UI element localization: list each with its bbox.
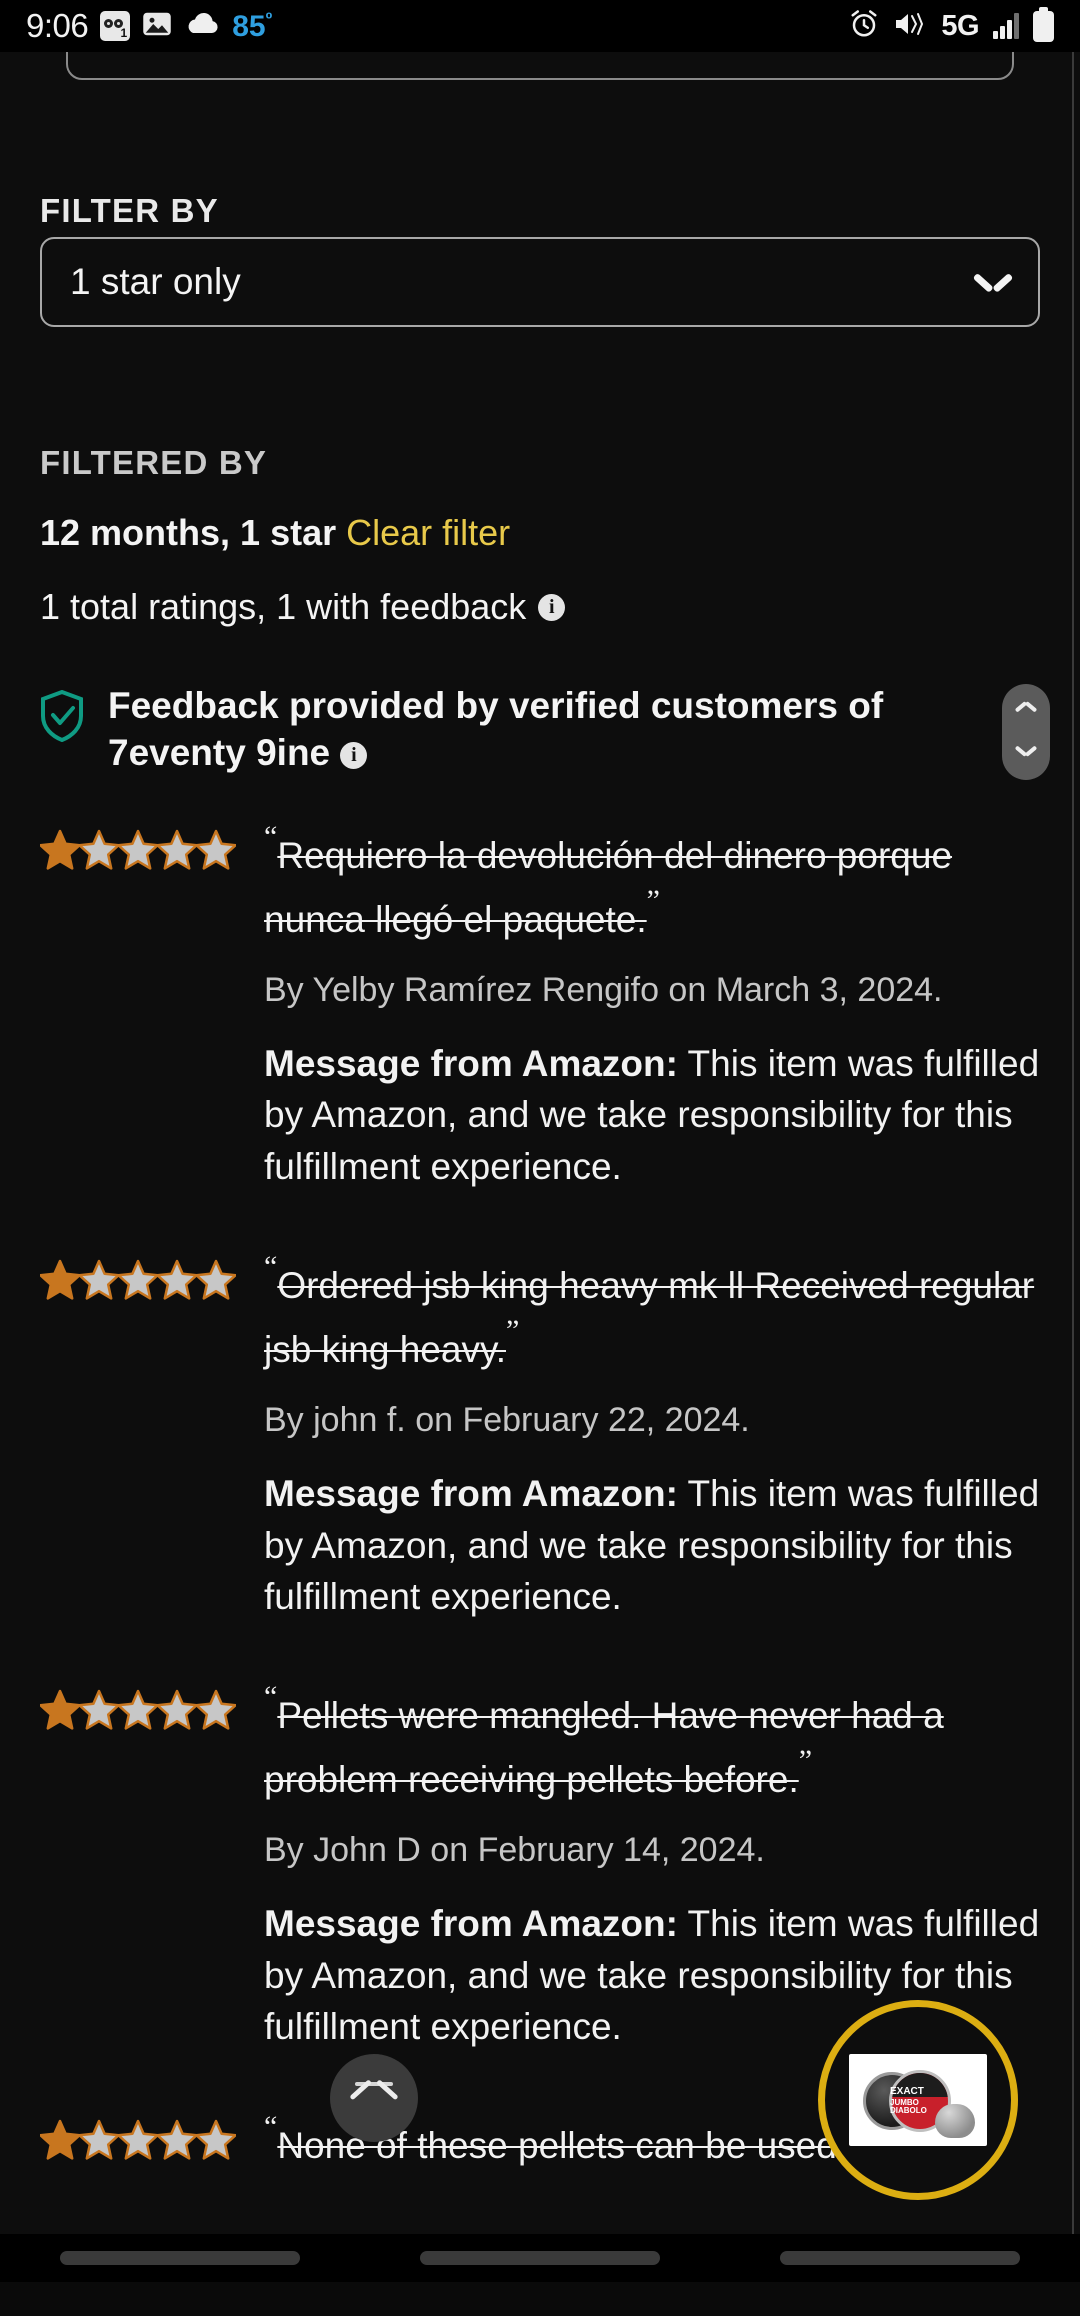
network-type: 5G <box>941 9 979 42</box>
reviews-page: FILTER BY 1 star only FILTERED BY 12 mon… <box>0 52 1080 2282</box>
system-navigation-bar <box>0 2234 1080 2282</box>
filter-by-heading: FILTER BY <box>40 192 219 229</box>
signal-icon <box>993 13 1019 39</box>
review-item: “Ordered jsb king heavy mk ll Received r… <box>0 1247 1080 1623</box>
star-filter-value: 1 star only <box>70 261 241 302</box>
verified-feedback-banner: Feedback provided by verified customers … <box>40 682 920 777</box>
open-quote-icon: “ <box>264 1680 278 1714</box>
status-time: 9:06 <box>26 7 89 44</box>
verified-info-icon[interactable]: i <box>340 742 368 770</box>
amazon-message-label: Message from Amazon: <box>264 1042 678 1084</box>
review-rating[interactable] <box>40 817 250 1193</box>
top-cutoff-control[interactable] <box>66 52 1014 80</box>
review-content: “Requiero la devolución del dinero porqu… <box>250 817 1040 1193</box>
ratings-count-line: 1 total ratings, 1 with feedback i <box>40 586 566 628</box>
review-item: “Pellets were mangled. Have never had a … <box>0 1677 1080 2053</box>
clear-filter-link[interactable]: Clear filter <box>346 512 510 553</box>
message-badge-count: 1 <box>118 26 130 40</box>
nav-home-pill[interactable] <box>420 2251 660 2265</box>
review-quote: “Pellets were mangled. Have never had a … <box>264 1677 1040 1805</box>
close-quote-icon: ” <box>506 1313 520 1347</box>
filtered-by-heading: FILTERED BY <box>40 444 268 481</box>
amazon-message: Message from Amazon: This item was fulfi… <box>264 1038 1040 1193</box>
pellet-shape <box>935 2104 975 2138</box>
rating-stars <box>40 1689 236 1730</box>
review-content: “Pellets were mangled. Have never had a … <box>250 1677 1040 2053</box>
ratings-count-text: 1 total ratings, 1 with feedback <box>40 586 527 627</box>
nav-recents-pill[interactable] <box>780 2251 1020 2265</box>
chevron-up-bar-icon <box>349 2079 399 2114</box>
info-icon[interactable]: i <box>538 593 566 621</box>
amazon-message: Message from Amazon: This item was fulfi… <box>264 1468 1040 1623</box>
status-bar-right: 5G <box>849 6 1054 44</box>
chevron-down-icon <box>976 272 1010 292</box>
review-content: “Ordered jsb king heavy mk ll Received r… <box>250 1247 1040 1623</box>
alarm-icon <box>849 9 879 44</box>
status-temperature: 85º <box>232 8 273 43</box>
active-filter-summary: 12 months, 1 star Clear filter <box>40 512 510 554</box>
star-filter-dropdown[interactable]: 1 star only <box>40 237 1040 327</box>
open-quote-icon: “ <box>264 820 278 853</box>
status-bar-left: 9:06 1 85º <box>26 7 272 45</box>
chevron-down-icon[interactable] <box>1016 745 1036 756</box>
review-author-date: By Yelby Ramírez Rengifo on March 3, 202… <box>264 970 943 1009</box>
amazon-message-label: Message from Amazon: <box>264 1472 678 1514</box>
product-image: EXACT JUMBO DIABOLO <box>849 2054 987 2146</box>
verified-feedback-text: Feedback provided by verified customers … <box>108 685 884 774</box>
nav-back-pill[interactable] <box>60 2251 300 2265</box>
cloud-icon <box>184 11 220 42</box>
review-item: “Requiero la devolución del dinero porqu… <box>0 817 1080 1193</box>
rating-stars <box>40 1259 236 1300</box>
scroll-to-top-button[interactable] <box>330 2054 418 2142</box>
shield-check-icon <box>40 689 84 743</box>
status-bar: 9:06 1 85º 5G <box>0 0 1080 52</box>
review-rating[interactable] <box>40 1247 250 1623</box>
open-quote-icon: “ <box>264 2110 278 2144</box>
active-filter-text: 12 months, 1 star <box>40 512 337 553</box>
review-quote: “Requiero la devolución del dinero porqu… <box>264 817 1040 945</box>
review-rating[interactable] <box>40 2107 250 2171</box>
message-icon: 1 <box>100 11 131 41</box>
open-quote-icon: “ <box>264 1250 278 1284</box>
battery-icon <box>1033 6 1054 42</box>
amazon-message-label: Message from Amazon: <box>264 1902 678 1944</box>
product-thumbnail-bubble[interactable]: EXACT JUMBO DIABOLO <box>818 2000 1018 2200</box>
rating-stars <box>40 2119 236 2160</box>
rating-stars <box>40 829 236 870</box>
review-author-date: By John D on February 14, 2024. <box>264 1830 765 1869</box>
close-quote-icon: ” <box>646 883 660 917</box>
review-quote: “Ordered jsb king heavy mk ll Received r… <box>264 1247 1040 1375</box>
vibrate-icon <box>893 10 927 43</box>
close-quote-icon: ” <box>798 1743 813 1777</box>
chevron-up-icon[interactable] <box>1016 709 1036 720</box>
scroll-stepper[interactable] <box>1002 684 1050 780</box>
review-rating[interactable] <box>40 1677 250 2053</box>
photo-icon <box>142 9 172 44</box>
review-author-date: By john f. on February 22, 2024. <box>264 1400 750 1439</box>
